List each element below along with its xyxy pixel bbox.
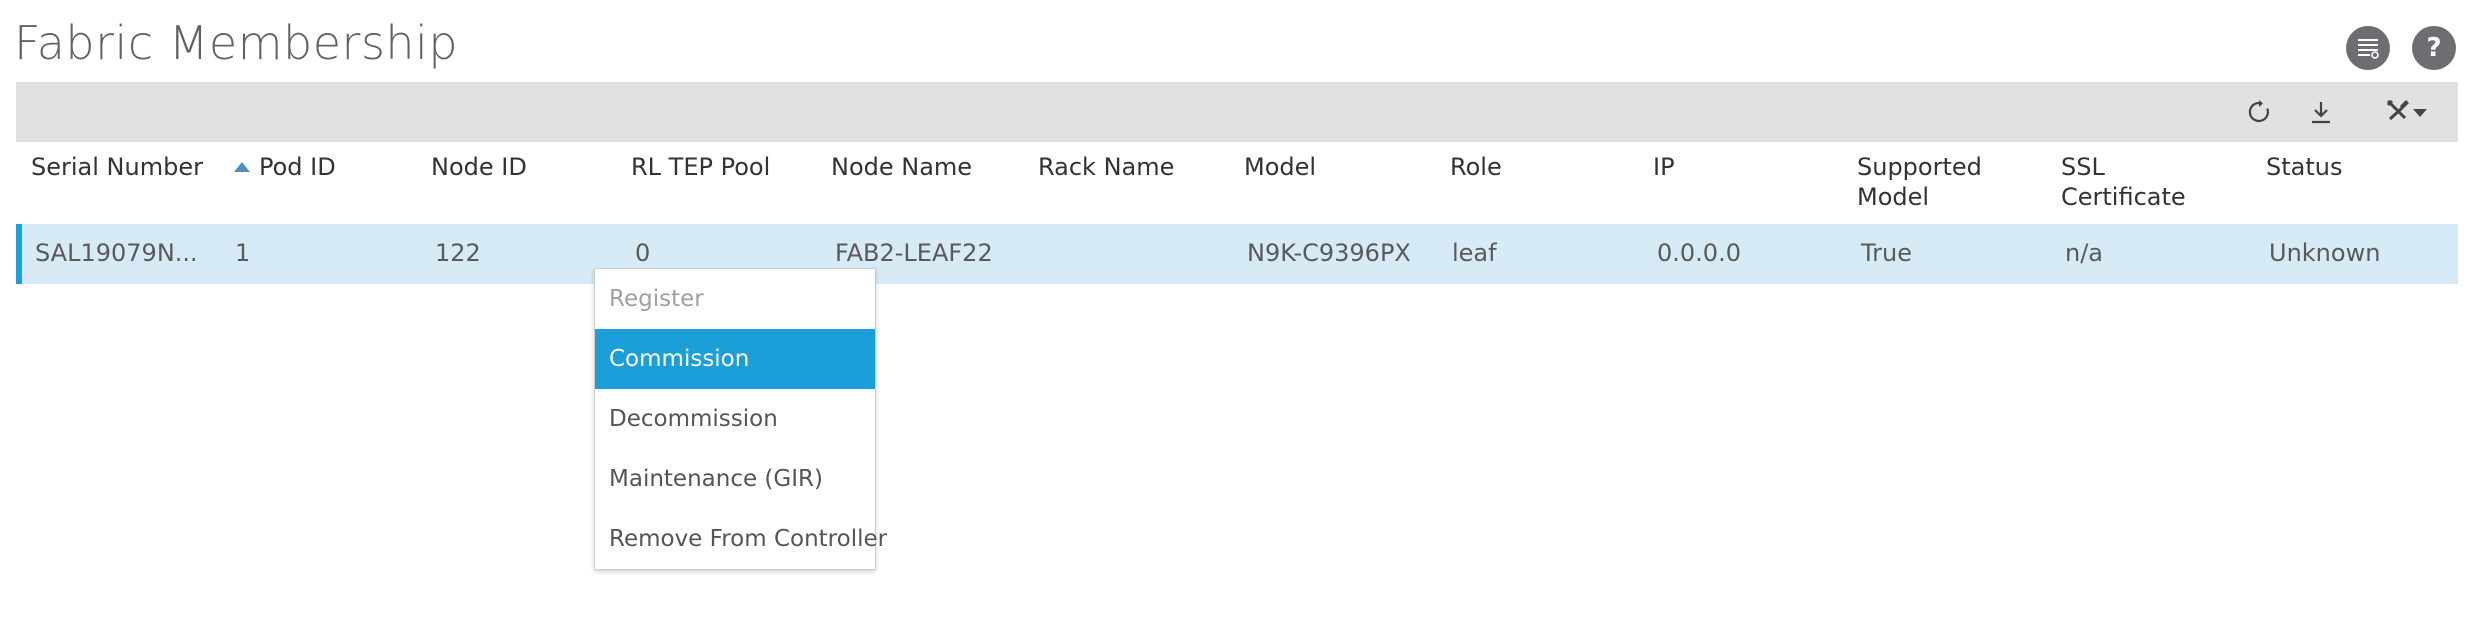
menu-item-remove-from-controller[interactable]: Remove From Controller	[595, 509, 887, 569]
cell-model: N9K-C9396PX	[1247, 239, 1411, 267]
column-header-status[interactable]: Status	[2266, 152, 2342, 182]
sort-ascending-icon	[234, 162, 250, 172]
menu-item-maintenance-gir[interactable]: Maintenance (GIR)	[595, 449, 875, 509]
cell-rl-tep-pool: 0	[635, 239, 651, 267]
column-header-ssl-certificate[interactable]: SSL Certificate	[2061, 152, 2211, 212]
tools-dropdown-button[interactable]	[2378, 96, 2434, 128]
column-header-rl-tep-pool[interactable]: RL TEP Pool	[631, 152, 770, 182]
menu-item-decommission[interactable]: Decommission	[595, 389, 875, 449]
column-header-model[interactable]: Model	[1244, 152, 1316, 182]
table-toolbar	[16, 82, 2458, 142]
fabric-membership-page: Fabric Membership ? Serial Number Pod ID…	[0, 0, 2474, 634]
download-icon[interactable]	[2304, 96, 2338, 128]
column-header-role[interactable]: Role	[1450, 152, 1502, 182]
cell-serial-number: SAL19079N...	[35, 239, 198, 267]
row-selection-indicator	[16, 224, 22, 284]
cell-ip: 0.0.0.0	[1657, 239, 1741, 267]
cell-status: Unknown	[2269, 239, 2381, 267]
tools-icon	[2384, 97, 2412, 127]
help-icon[interactable]: ?	[2412, 26, 2456, 70]
column-header-rack-name[interactable]: Rack Name	[1038, 152, 1174, 182]
cell-node-id: 122	[435, 239, 481, 267]
cell-ssl-certificate: n/a	[2065, 239, 2104, 267]
context-menu: Register Commission Decommission Mainten…	[594, 268, 887, 570]
list-settings-icon[interactable]	[2346, 26, 2390, 70]
table-header-row: Serial Number Pod ID Node ID RL TEP Pool…	[16, 142, 2458, 225]
column-header-supported-model[interactable]: Supported Model	[1857, 152, 2007, 212]
caret-down-icon	[2412, 103, 2428, 122]
menu-item-register: Register	[609, 286, 704, 312]
column-header-node-id[interactable]: Node ID	[431, 152, 527, 182]
column-header-ip[interactable]: IP	[1653, 152, 1675, 182]
cell-role: leaf	[1452, 239, 1497, 267]
cell-pod-id: 1	[235, 239, 251, 267]
column-header-serial-number[interactable]: Serial Number	[31, 152, 203, 182]
cell-supported-model: True	[1861, 239, 1912, 267]
refresh-icon[interactable]	[2242, 96, 2276, 128]
page-title: Fabric Membership	[14, 16, 459, 70]
menu-item-commission[interactable]: Commission	[595, 329, 875, 389]
column-header-pod-id[interactable]: Pod ID	[259, 152, 336, 182]
column-header-node-name[interactable]: Node Name	[831, 152, 972, 182]
cell-node-name: FAB2-LEAF22	[835, 239, 993, 267]
table-row[interactable]: SAL19079N... 1 122 0 FAB2-LEAF22 N9K-C93…	[16, 224, 2458, 284]
